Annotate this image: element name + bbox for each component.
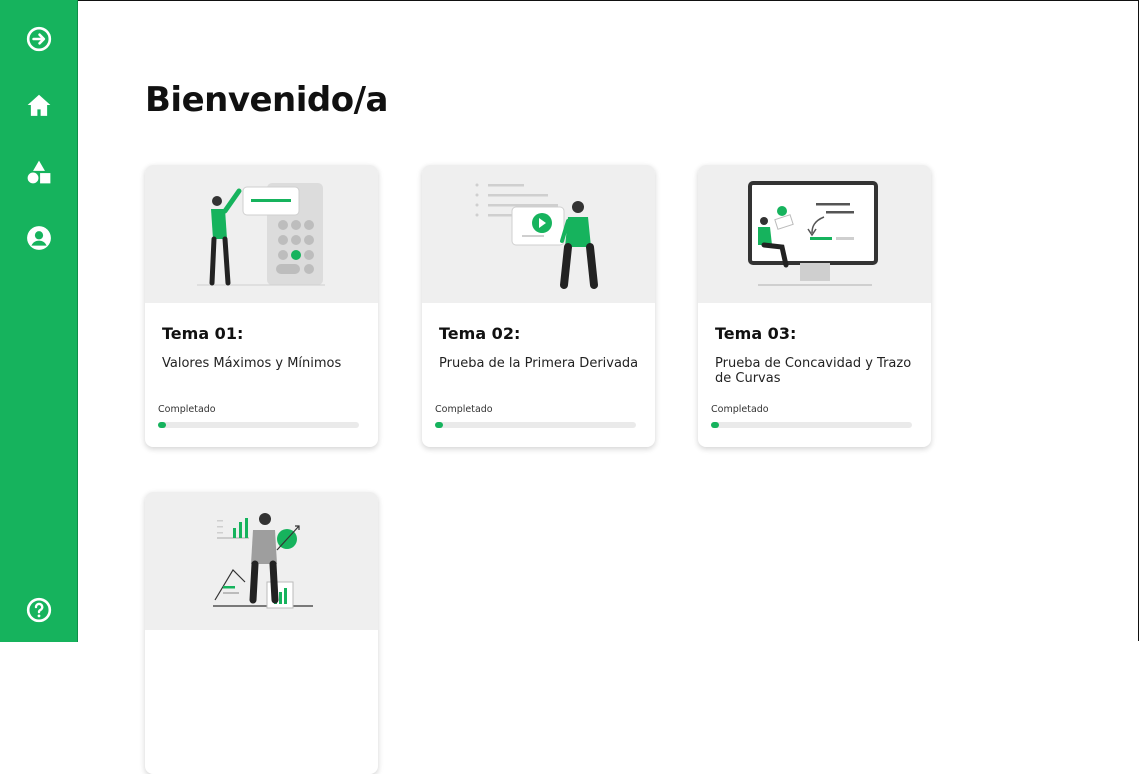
sidebar-item-home[interactable] (24, 90, 54, 120)
topic-3-progress-label: Completado (711, 404, 769, 415)
topic-2-progress-fill (435, 422, 444, 428)
topic-1-title: Tema 01: (162, 324, 244, 343)
topic-2-title: Tema 02: (439, 324, 521, 343)
arrow-right-circle-icon (26, 26, 52, 52)
topic-1-illustration (145, 165, 378, 303)
video-lesson-illustration-icon (475, 183, 598, 289)
monitor-graph-illustration-icon (748, 181, 878, 286)
topic-3-description: Prueba de Concavidad y Trazo de Curvas (715, 356, 912, 386)
topic-card-4[interactable] (145, 492, 378, 774)
topic-1-description: Valores Máximos y Mínimos (162, 356, 342, 371)
shapes-icon (27, 160, 51, 184)
help-circle-icon (26, 597, 52, 623)
sidebar-expand-button[interactable] (24, 24, 54, 54)
home-icon (27, 94, 51, 116)
topic-3-progress-bar (711, 422, 912, 428)
topic-card-3[interactable]: Tema 03: Prueba de Concavidad y Trazo de… (698, 165, 931, 447)
topic-3-illustration (698, 165, 931, 303)
calculator-illustration-icon (197, 183, 325, 286)
sidebar (0, 0, 78, 642)
topic-2-progress-label: Completado (435, 404, 493, 415)
topic-1-progress-fill (158, 422, 167, 428)
topic-card-2[interactable]: Tema 02: Prueba de la Primera Derivada C… (422, 165, 655, 447)
sidebar-item-help[interactable] (24, 595, 54, 625)
topic-4-illustration (145, 492, 378, 630)
topic-card-1[interactable]: Tema 01: Valores Máximos y Mínimos Compl… (145, 165, 378, 447)
sidebar-item-topics[interactable] (24, 157, 54, 187)
user-circle-icon (27, 226, 51, 250)
sidebar-item-profile[interactable] (24, 223, 54, 253)
topic-2-illustration (422, 165, 655, 303)
topic-3-title: Tema 03: (715, 324, 797, 343)
growth-chart-illustration-icon (213, 513, 313, 609)
topic-1-progress-bar (158, 422, 359, 428)
topic-2-description: Prueba de la Primera Derivada (439, 356, 639, 371)
page-title: Bienvenido/a (145, 80, 388, 120)
topic-3-progress-fill (711, 422, 720, 428)
topic-2-progress-bar (435, 422, 636, 428)
topic-1-progress-label: Completado (158, 404, 216, 415)
